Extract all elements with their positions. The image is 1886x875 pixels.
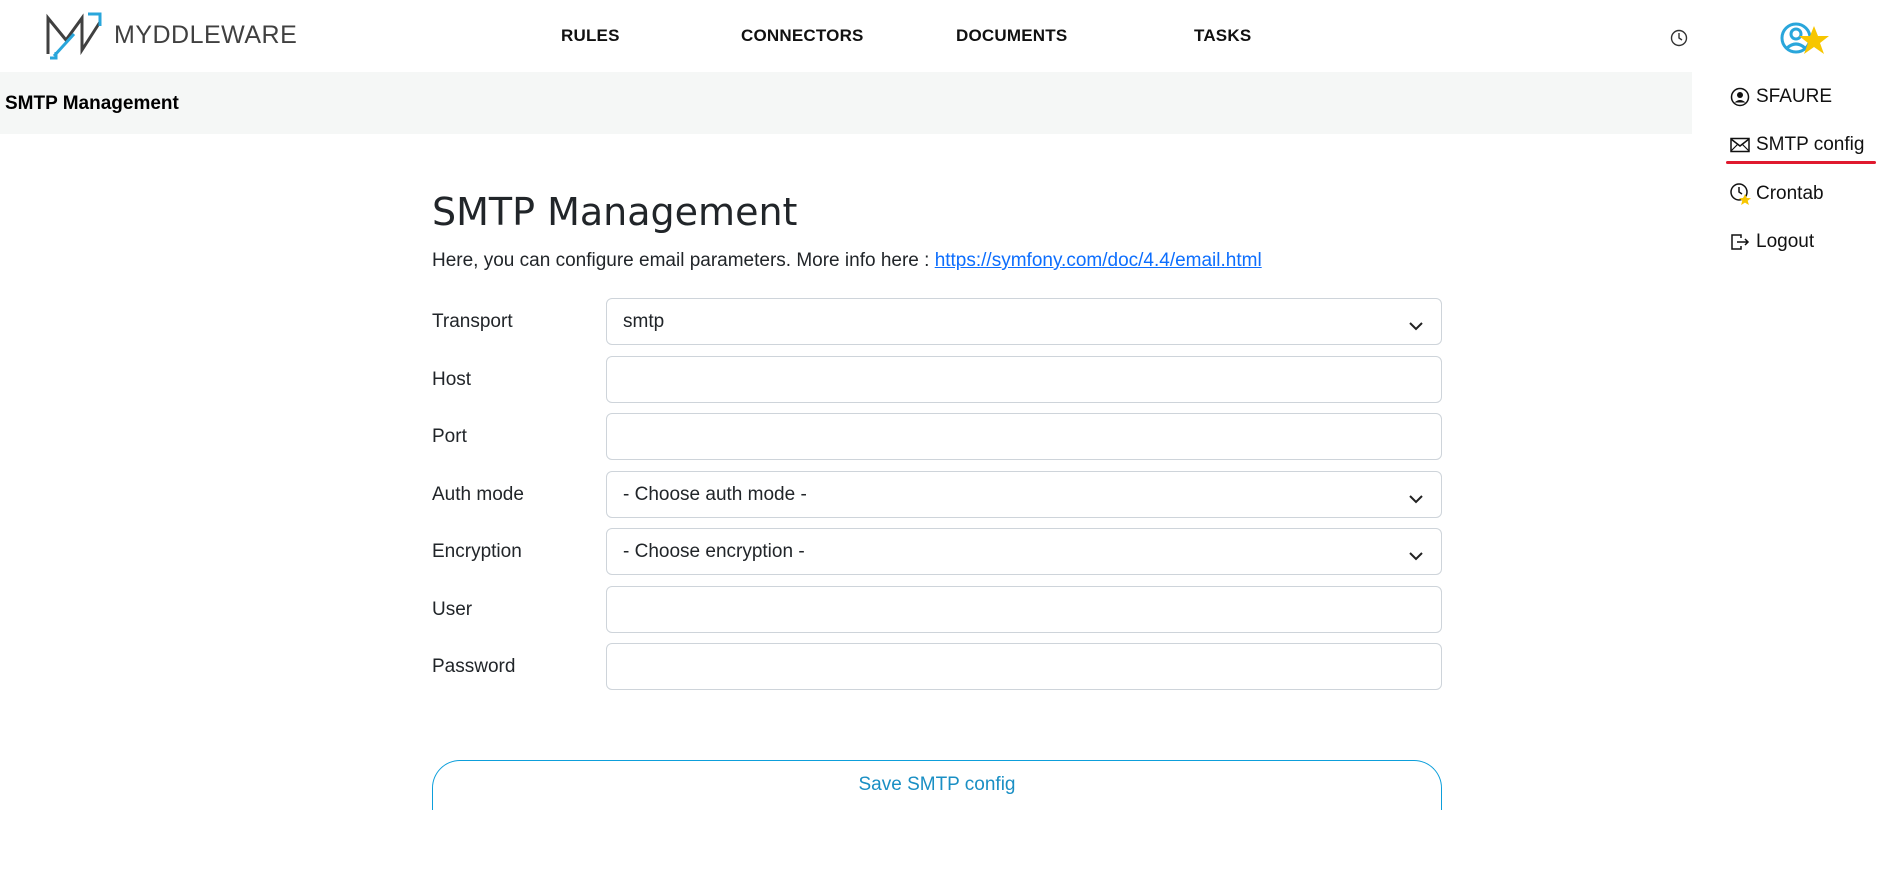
menu-item-logout[interactable]: Logout [1730, 231, 1814, 253]
menu-item-label: Logout [1756, 231, 1815, 252]
port-row: Port [432, 413, 1442, 461]
logout-icon [1730, 231, 1752, 253]
encryption-value: - Choose encryption - [623, 541, 805, 562]
chevron-down-icon [1409, 488, 1423, 510]
user-label: User [432, 599, 473, 620]
nav-tasks[interactable]: TASKS [1194, 26, 1251, 46]
transport-value: smtp [623, 311, 665, 332]
auth-mode-value: - Choose auth mode - [623, 484, 807, 505]
brand-logo[interactable]: MYDDLEWARE [44, 10, 297, 60]
brand-name: MYDDLEWARE [114, 20, 298, 49]
clock-icon[interactable] [1670, 29, 1688, 52]
nav-connectors[interactable]: CONNECTORS [741, 26, 864, 46]
nav-documents[interactable]: DOCUMENTS [956, 26, 1067, 46]
user-circle-icon [1730, 86, 1752, 108]
intro-description: Here, you can configure email parameters… [432, 250, 935, 271]
menu-item-smtp-config[interactable]: SMTP config [1730, 134, 1864, 156]
auth-mode-row: Auth mode - Choose auth mode - [432, 471, 1442, 519]
menu-item-label: SFAURE [1756, 86, 1833, 107]
top-navbar: MYDDLEWARE RULES CONNECTORS DOCUMENTS TA… [0, 0, 1886, 72]
menu-item-label: SMTP config [1756, 134, 1865, 155]
chevron-down-icon [1409, 545, 1423, 567]
nav-rules[interactable]: RULES [561, 26, 620, 46]
transport-row: Transport smtp [432, 298, 1442, 346]
active-highlight-underline [1726, 161, 1876, 164]
password-input[interactable] [606, 643, 1442, 690]
menu-item-label: Crontab [1756, 183, 1824, 204]
port-label: Port [432, 426, 467, 447]
user-dropdown-menu: SFAURE SMTP config Crontab Logout [1692, 0, 1886, 875]
user-input[interactable] [606, 586, 1442, 633]
encryption-select[interactable]: - Choose encryption - [606, 528, 1442, 575]
auth-mode-label: Auth mode [432, 484, 524, 505]
symfony-doc-link[interactable]: https://symfony.com/doc/4.4/email.html [935, 250, 1262, 271]
menu-item-crontab[interactable]: Crontab [1730, 183, 1824, 205]
encryption-row: Encryption - Choose encryption - [432, 528, 1442, 576]
password-label: Password [432, 656, 516, 677]
host-label: Host [432, 369, 472, 390]
save-smtp-config-button[interactable]: Save SMTP config [432, 760, 1442, 810]
subheader-bar: SMTP Management [0, 72, 1692, 134]
intro-text: Here, you can configure email parameters… [432, 250, 1262, 272]
transport-select[interactable]: smtp [606, 298, 1442, 345]
host-row: Host [432, 356, 1442, 404]
port-input[interactable] [606, 413, 1442, 460]
auth-mode-select[interactable]: - Choose auth mode - [606, 471, 1442, 518]
page-title: SMTP Management [432, 190, 798, 234]
transport-label: Transport [432, 311, 513, 332]
encryption-label: Encryption [432, 541, 522, 562]
envelope-icon [1730, 134, 1752, 156]
user-row: User [432, 586, 1442, 634]
subheader-title: SMTP Management [5, 93, 179, 114]
user-avatar-icon[interactable] [1780, 20, 1832, 69]
smtp-form-container: SMTP Management Here, you can configure … [432, 190, 1442, 810]
clock-icon [1730, 183, 1752, 205]
menu-item-sfaure[interactable]: SFAURE [1730, 86, 1832, 108]
password-row: Password [432, 643, 1442, 691]
host-input[interactable] [606, 356, 1442, 403]
myddleware-logo-icon [46, 12, 102, 60]
chevron-down-icon [1409, 315, 1423, 337]
